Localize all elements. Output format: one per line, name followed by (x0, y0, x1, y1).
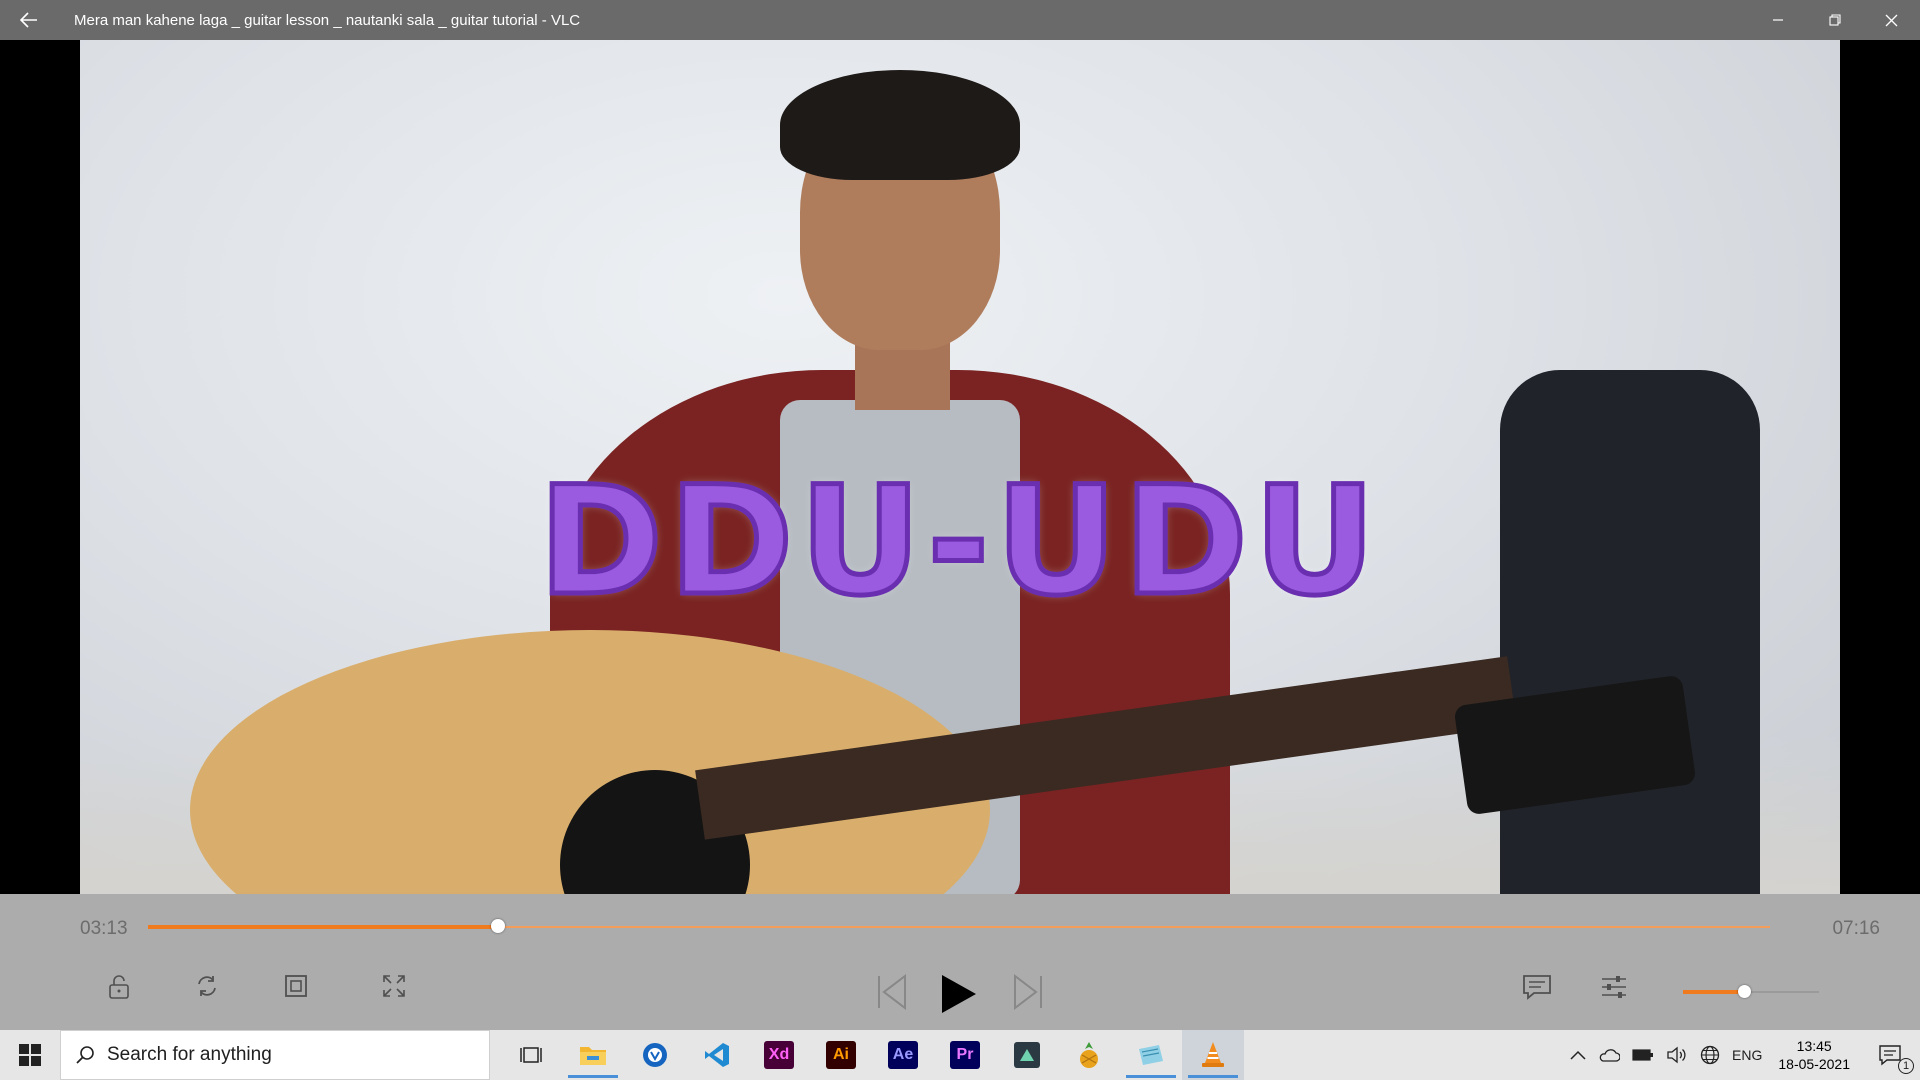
video-person-hair (780, 70, 1020, 180)
network-globe-icon[interactable] (1694, 1030, 1726, 1080)
app-dark-icon (1014, 1042, 1040, 1068)
speaker-volume-icon[interactable] (1660, 1030, 1694, 1080)
adobe-after-effects-icon: Ae (888, 1041, 918, 1069)
adobe-xd-icon: Xd (764, 1041, 794, 1069)
next-button[interactable] (1012, 974, 1044, 1010)
vscode-icon (705, 1043, 729, 1067)
seek-bar[interactable] (148, 919, 1770, 933)
minimize-button[interactable] (1749, 0, 1806, 40)
lock-icon (109, 975, 129, 999)
taskbar-adobe-xd[interactable]: Xd (748, 1030, 810, 1080)
vlc-cone-icon (1202, 1042, 1224, 1067)
clock-date: 18-05-2021 (1778, 1056, 1850, 1072)
taskbar-app-notes[interactable] (1120, 1030, 1182, 1080)
taskbar-adobe-after-effects[interactable]: Ae (872, 1030, 934, 1080)
equalizer-icon (1602, 976, 1626, 998)
taskbar-vlc[interactable] (1182, 1030, 1244, 1080)
total-time: 07:16 (1832, 918, 1880, 939)
language-indicator[interactable]: ENG (1726, 1030, 1768, 1080)
close-button[interactable] (1863, 0, 1920, 40)
restore-icon (1828, 14, 1841, 26)
back-arrow-icon[interactable] (0, 0, 58, 40)
onedrive-cloud-icon[interactable] (1592, 1030, 1626, 1080)
taskbar-file-explorer[interactable] (562, 1030, 624, 1080)
taskbar-adobe-premiere[interactable]: Pr (934, 1030, 996, 1080)
windows-logo-icon (19, 1044, 41, 1066)
notification-center-button[interactable]: 1 (1860, 1030, 1920, 1080)
next-icon (1014, 974, 1042, 1010)
minimize-icon (1772, 19, 1783, 21)
video-gig-bag (1500, 370, 1760, 894)
repeat-icon (198, 976, 216, 996)
system-tray: ENG 13:45 18-05-2021 1 (1564, 1030, 1920, 1080)
fullscreen-icon (383, 975, 405, 997)
app-circle-icon (643, 1043, 667, 1067)
play-button[interactable] (940, 974, 978, 1014)
clock[interactable]: 13:45 18-05-2021 (1768, 1037, 1860, 1073)
taskbar-vscode[interactable] (686, 1030, 748, 1080)
taskbar-adobe-illustrator[interactable]: Ai (810, 1030, 872, 1080)
clock-time: 13:45 (1796, 1038, 1832, 1054)
previous-button[interactable] (876, 974, 908, 1010)
battery-icon[interactable] (1626, 1030, 1660, 1080)
volume-slider[interactable] (1683, 985, 1819, 998)
title-bar: Mera man kahene laga _ guitar lesson _ n… (0, 0, 1920, 40)
equalizer-button[interactable] (1600, 974, 1628, 1000)
search-icon (76, 1046, 94, 1064)
start-button[interactable] (0, 1030, 60, 1080)
aspect-ratio-button[interactable] (284, 974, 308, 998)
notification-count-badge: 1 (1898, 1058, 1914, 1074)
lock-button[interactable] (108, 974, 130, 1000)
volume-level (1683, 990, 1745, 994)
notes-icon (1139, 1045, 1163, 1065)
taskbar-search-box[interactable]: Search for anything (60, 1030, 490, 1080)
seek-progress (148, 925, 499, 929)
window-title: Mera man kahene laga _ guitar lesson _ n… (74, 11, 581, 29)
subtitles-icon (1523, 975, 1551, 1000)
tray-chevron-up-icon[interactable] (1564, 1030, 1592, 1080)
subtitles-button[interactable] (1522, 974, 1552, 1000)
aspect-ratio-icon (285, 975, 307, 997)
pineapple-icon (1080, 1042, 1098, 1068)
taskbar: Search for anything Xd Ai Ae Pr ENG 13:4… (0, 1030, 1920, 1080)
taskbar-app-dark[interactable] (996, 1030, 1058, 1080)
fullscreen-button[interactable] (382, 974, 406, 998)
folder-icon (580, 1047, 606, 1065)
play-icon (942, 975, 976, 1013)
adobe-premiere-icon: Pr (950, 1041, 980, 1069)
previous-icon (878, 974, 906, 1010)
restore-button[interactable] (1806, 0, 1863, 40)
player-controls: 03:13 07:16 (0, 894, 1920, 1030)
volume-thumb[interactable] (1738, 985, 1752, 998)
repeat-button[interactable] (195, 974, 219, 998)
taskbar-app-blue[interactable] (624, 1030, 686, 1080)
close-icon (1885, 14, 1898, 26)
search-placeholder: Search for anything (107, 1044, 272, 1065)
taskbar-app-fruit[interactable] (1058, 1030, 1120, 1080)
video-frame[interactable]: DDU-UDU (80, 40, 1840, 894)
task-view-icon (520, 1047, 542, 1063)
taskbar-task-view[interactable] (500, 1030, 562, 1080)
current-time: 03:13 (80, 918, 128, 939)
adobe-illustrator-icon: Ai (826, 1041, 856, 1069)
seek-thumb[interactable] (491, 919, 506, 933)
video-overlay-text: DDU-UDU (536, 453, 1382, 632)
